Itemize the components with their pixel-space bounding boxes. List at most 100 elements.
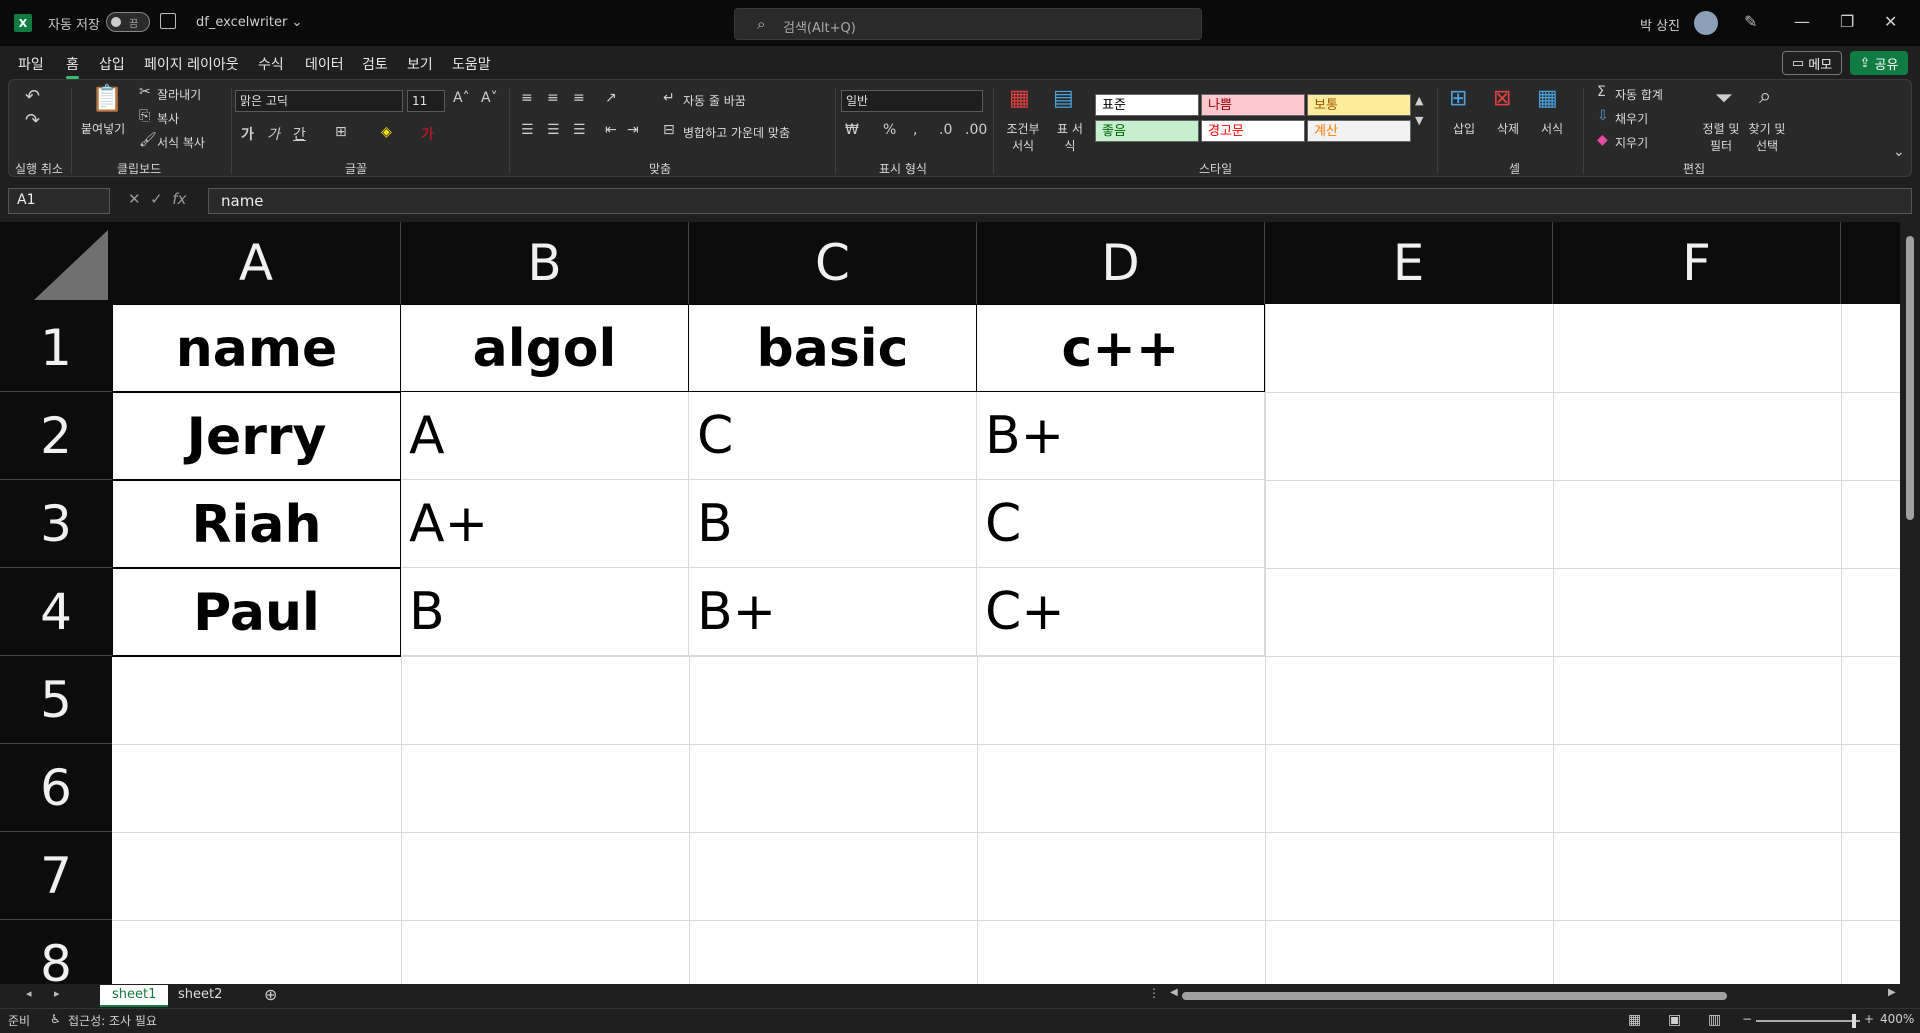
align-middle-icon[interactable]: ≡ (547, 90, 559, 106)
delete-cells-icon[interactable]: ⊠ (1493, 86, 1511, 111)
cancel-icon[interactable]: ✕ (128, 190, 141, 208)
menu-help[interactable]: 도움말 (452, 54, 491, 74)
zoom-out-icon[interactable]: − (1742, 1012, 1752, 1026)
sheet-tab-sheet1[interactable]: sheet1 (100, 985, 169, 1007)
merge-center-label[interactable]: 병합하고 가운데 맞춤 (683, 124, 790, 141)
insert-cells-label[interactable]: 삽입 (1453, 120, 1475, 137)
italic-icon[interactable]: 가 (267, 124, 280, 144)
align-top-icon[interactable]: ≡ (521, 90, 533, 106)
find-select-icon[interactable]: ⌕ (1759, 84, 1771, 109)
sort-filter-label[interactable]: 정렬 및 필터 (1699, 120, 1743, 154)
autosum-label[interactable]: 자동 합계 (1615, 86, 1663, 103)
number-format-select[interactable]: 일반 (841, 90, 983, 112)
paste-icon[interactable]: 📋 (91, 84, 123, 114)
format-cells-icon[interactable]: ▦ (1537, 86, 1558, 111)
save-icon[interactable] (160, 13, 176, 29)
paste-label[interactable]: 붙여넣기 (81, 120, 125, 137)
insert-cells-icon[interactable]: ⊞ (1449, 86, 1467, 111)
name-box[interactable]: A1 (8, 188, 110, 214)
format-painter-icon[interactable]: 🖌 (139, 132, 157, 148)
format-painter-label[interactable]: 서식 복사 (157, 134, 205, 151)
menu-insert[interactable]: 삽입 (99, 54, 125, 74)
fill-color-icon[interactable]: ◈ (381, 124, 392, 140)
border-icon[interactable]: ⊞ (335, 124, 347, 140)
avatar[interactable] (1694, 11, 1718, 35)
percent-icon[interactable]: % (883, 122, 896, 138)
wrap-text-icon[interactable]: ↵ (663, 90, 675, 106)
tab-split-handle-icon[interactable]: ⋮ (1148, 986, 1160, 1000)
share-button[interactable]: ⇪ 공유 (1850, 51, 1908, 75)
scroll-left-icon[interactable]: ◀ (1170, 987, 1178, 998)
clear-icon[interactable]: ◆ (1597, 132, 1608, 148)
zoom-slider-thumb[interactable] (1852, 1014, 1856, 1028)
undo-icon[interactable]: ↶ (25, 86, 40, 107)
style-neutral[interactable]: 보통 (1307, 94, 1411, 116)
styles-scroll-down-icon[interactable]: ▼ (1415, 114, 1423, 127)
next-sheet-icon[interactable]: ▸ (54, 987, 60, 1000)
memo-button[interactable]: ▭ 메모 (1782, 51, 1842, 75)
accessibility-icon[interactable]: ♿ (50, 1012, 61, 1026)
autosum-icon[interactable]: Σ (1597, 84, 1606, 100)
styles-scroll-up-icon[interactable]: ▲ (1415, 94, 1423, 107)
indent-icon[interactable]: ⇥ (627, 122, 639, 138)
clear-label[interactable]: 지우기 (1615, 134, 1648, 151)
align-bottom-icon[interactable]: ≡ (573, 90, 585, 106)
menu-formulas[interactable]: 수식 (258, 54, 284, 74)
collapse-ribbon-icon[interactable]: ⌄ (1893, 144, 1905, 160)
format-cells-label[interactable]: 서식 (1541, 120, 1563, 137)
copy-label[interactable]: 복사 (157, 110, 179, 127)
increase-font-icon[interactable]: A˄ (453, 90, 470, 106)
style-normal[interactable]: 표준 (1095, 94, 1199, 116)
page-break-view-icon[interactable]: ▥ (1708, 1012, 1721, 1028)
font-size-select[interactable]: 11 (407, 90, 445, 112)
align-center-icon[interactable]: ☰ (547, 122, 560, 138)
vertical-scroll-thumb[interactable] (1906, 236, 1914, 520)
worksheet-grid[interactable]: A B C D E F 1 2 3 4 5 6 7 8 name algol b… (0, 222, 1900, 984)
function-icon[interactable]: fx (172, 190, 186, 208)
outdent-icon[interactable]: ⇤ (605, 122, 617, 138)
fill-label[interactable]: 채우기 (1615, 110, 1648, 127)
align-right-icon[interactable]: ☰ (573, 122, 586, 138)
formula-input[interactable]: name (208, 188, 1912, 214)
autosave-toggle[interactable]: 끔 (106, 12, 150, 32)
format-table-label[interactable]: 표 서식 (1055, 120, 1085, 154)
merge-icon[interactable]: ⊟ (663, 122, 675, 138)
menu-review[interactable]: 검토 (362, 54, 388, 74)
format-table-icon[interactable]: ▤ (1053, 86, 1074, 111)
font-color-icon[interactable]: 가 (421, 124, 434, 144)
menu-home[interactable]: 홈 (66, 54, 79, 79)
bold-icon[interactable]: 가 (241, 124, 254, 144)
zoom-in-icon[interactable]: + (1864, 1012, 1874, 1026)
style-warning[interactable]: 경고문 (1201, 120, 1305, 142)
delete-cells-label[interactable]: 삭제 (1497, 120, 1519, 137)
page-layout-view-icon[interactable]: ▣ (1668, 1012, 1681, 1028)
sheet-tab-sheet2[interactable]: sheet2 (166, 985, 234, 1007)
align-left-icon[interactable]: ☰ (521, 122, 534, 138)
underline-icon[interactable]: 간 (293, 124, 306, 144)
file-name[interactable]: df_excelwriter ⌄ (196, 15, 302, 30)
close-icon[interactable]: ✕ (1884, 12, 1897, 31)
cut-icon[interactable]: ✂ (139, 84, 151, 100)
redo-icon[interactable]: ↷ (25, 110, 40, 131)
zoom-level[interactable]: 400% (1880, 1012, 1914, 1026)
comma-icon[interactable]: , (913, 122, 917, 138)
enter-icon[interactable]: ✓ (150, 190, 163, 208)
user-name[interactable]: 박 상진 (1640, 15, 1680, 34)
search-box[interactable]: ⌕ 검색(Alt+Q) (734, 8, 1202, 40)
prev-sheet-icon[interactable]: ◂ (26, 987, 32, 1000)
conditional-format-icon[interactable]: ▦ (1009, 86, 1030, 111)
style-good[interactable]: 좋음 (1095, 120, 1199, 142)
style-calculation[interactable]: 계산 (1307, 120, 1411, 142)
menu-data[interactable]: 데이터 (305, 54, 344, 74)
conditional-format-label[interactable]: 조건부 서식 (1003, 120, 1043, 154)
accessibility-status[interactable]: 접근성: 조사 필요 (68, 1012, 157, 1029)
sort-filter-icon[interactable]: ⏷ (1715, 86, 1733, 111)
add-sheet-icon[interactable]: ⊕ (264, 985, 277, 1004)
wrap-text-label[interactable]: 자동 줄 바꿈 (683, 92, 746, 109)
font-name-select[interactable]: 맑은 고딕 (235, 90, 403, 112)
normal-view-icon[interactable]: ▦ (1628, 1012, 1641, 1028)
increase-decimal-icon[interactable]: .0 (939, 122, 952, 138)
copy-icon[interactable]: ⎘ (139, 108, 150, 124)
scroll-right-icon[interactable]: ▶ (1888, 987, 1896, 998)
menu-file[interactable]: 파일 (18, 54, 44, 74)
